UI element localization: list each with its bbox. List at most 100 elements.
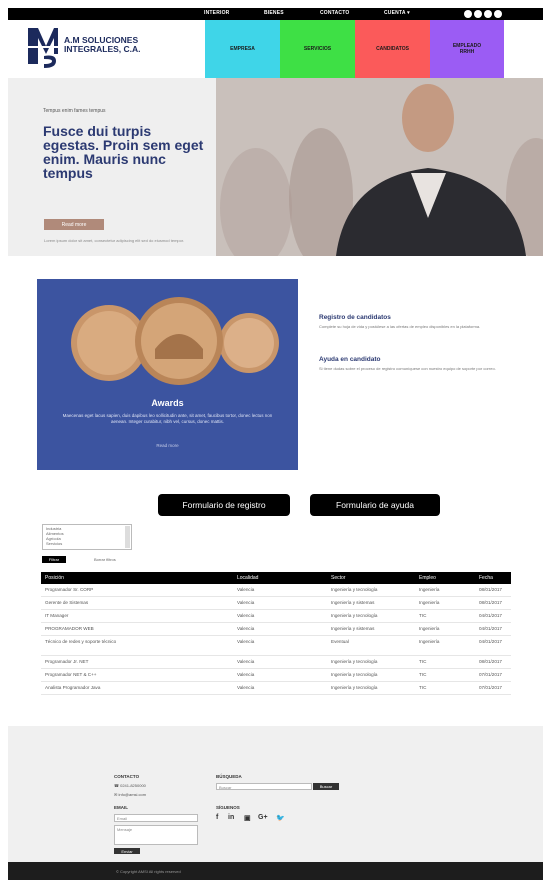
top-bar: INTERIOR BIENES CONTACTO CUENTA ▾: [8, 8, 543, 20]
bottom-bar: © Copyright AMSI All rights reserved: [8, 862, 543, 880]
page: INTERIOR BIENES CONTACTO CUENTA ▾ A.M SO…: [8, 8, 543, 880]
tile-label: SERVICIOS: [303, 46, 332, 52]
linkedin-icon[interactable]: [494, 10, 502, 18]
table-cell: 08/01/2017: [479, 587, 502, 592]
hero-note: Lorem ipsum dolor sit amet, consectetur …: [44, 238, 185, 243]
table-row[interactable]: Técnico de redes y soporte técnico Valenc…: [41, 636, 511, 656]
table-cell: Ingeniería y sistemas: [331, 600, 375, 605]
registro-title[interactable]: Registro de candidatos: [319, 314, 529, 321]
table-cell: TIC: [419, 672, 427, 677]
tile-empleado[interactable]: EMPLEADO RRHH: [430, 20, 504, 78]
table-row[interactable]: Programador Jr. NET Valencia Ingeniería y …: [41, 656, 511, 669]
header: A.M SOLUCIONES INTEGRALES, C.A. EMPRESA …: [8, 20, 543, 78]
twitter-footer-icon[interactable]: 🐦: [276, 814, 285, 822]
phone-value: 0241-8250000: [120, 783, 146, 788]
logo-icon[interactable]: [26, 26, 60, 70]
table-cell[interactable]: Gerente de Sistemas: [45, 600, 215, 605]
table-cell: Ingeniería y tecnología: [331, 587, 378, 592]
instagram-footer-icon[interactable]: ▣: [244, 814, 251, 822]
coins-image: [71, 297, 279, 385]
linkedin-footer-icon[interactable]: in: [228, 814, 234, 821]
facebook-footer-icon[interactable]: f: [216, 814, 218, 821]
column-header[interactable]: Localidad: [237, 575, 258, 581]
filter-button[interactable]: Filtrar: [42, 556, 66, 563]
help-form-button[interactable]: Formulario de ayuda: [310, 494, 440, 516]
table-row[interactable]: IT Manager Valencia Ingeniería y tecnologí…: [41, 610, 511, 623]
table-cell: Ingeniería y tecnología: [331, 685, 378, 690]
mail-text: ✉ info@amsi.com: [114, 792, 146, 797]
table-cell: 07/01/2017: [479, 685, 502, 690]
send-button[interactable]: Enviar: [114, 848, 140, 854]
contact-label: CONTACTO: [114, 774, 140, 779]
email-label: EMAIL: [114, 805, 128, 810]
table-row[interactable]: Gerente de Sistemas Valencia Ingeniería y …: [41, 597, 511, 610]
table-cell: 04/01/2017: [479, 639, 502, 644]
table-cell: Valencia: [237, 672, 255, 677]
nav-bienes[interactable]: BIENES: [264, 10, 284, 16]
follow-label: SÍGUENOS: [216, 805, 240, 810]
nav-interior[interactable]: INTERIOR: [204, 10, 230, 16]
nav-contacto[interactable]: CONTACTO: [320, 10, 349, 16]
nav-cuenta[interactable]: CUENTA ▾: [384, 10, 410, 16]
table-cell: Ingeniería y tecnología: [331, 659, 378, 664]
search-input[interactable]: Buscar: [216, 783, 312, 790]
register-form-button[interactable]: Formulario de registro: [158, 494, 290, 516]
hero-kicker: Tempus enim fames tempus: [43, 108, 106, 114]
table-cell: Ingeniería y tecnología: [331, 672, 378, 677]
table-cell: 04/01/2017: [479, 626, 502, 631]
table-cell: Valencia: [237, 639, 255, 644]
ayuda-text: Si tiene dudas sobre el proceso de regis…: [319, 366, 496, 371]
filter-scrollbar[interactable]: [125, 526, 130, 548]
twitter-icon[interactable]: [474, 10, 482, 18]
table-row[interactable]: PROGRAMADOR WEB Valencia Ingeniería y sist…: [41, 623, 511, 636]
hero-title: Fusce dui turpis egestas. Proin sem eget…: [43, 123, 204, 181]
google-plus-footer-icon[interactable]: G+: [258, 814, 268, 821]
table-cell: 07/01/2017: [479, 672, 502, 677]
table-body: Programador Sr. CORP Valencia Ingeniería y…: [41, 584, 511, 695]
table-cell: 08/01/2017: [479, 600, 502, 605]
message-field[interactable]: Mensaje: [114, 825, 198, 845]
email-field[interactable]: Email: [114, 814, 198, 822]
mail-value: info@amsi.com: [118, 792, 147, 797]
table-row[interactable]: Programador NET & C++ Valencia Ingeniería …: [41, 669, 511, 682]
table-cell[interactable]: Programador Sr. CORP: [45, 587, 215, 592]
table-cell: TIC: [419, 613, 427, 618]
table-cell: Valencia: [237, 685, 255, 690]
column-header[interactable]: Empleo: [419, 575, 436, 581]
tile-label: CANDIDATOS: [376, 46, 409, 52]
facebook-icon[interactable]: [464, 10, 472, 18]
table-cell[interactable]: Programador NET & C++: [45, 672, 215, 677]
column-header[interactable]: Sector: [331, 575, 345, 581]
table-cell: TIC: [419, 685, 427, 690]
table-cell: Valencia: [237, 626, 255, 631]
table-cell: Ingeniería y sistemas: [331, 626, 375, 631]
tile-servicios[interactable]: SERVICIOS: [280, 20, 355, 78]
table-cell: Ingeniería: [419, 600, 440, 605]
tile-candidatos[interactable]: CANDIDATOS: [355, 20, 430, 78]
copyright: © Copyright AMSI All rights reserved: [116, 869, 181, 874]
table-cell: Valencia: [237, 600, 255, 605]
table-cell[interactable]: PROGRAMADOR WEB: [45, 626, 215, 631]
awards-read-more-link[interactable]: Read more: [37, 443, 298, 448]
table-cell: Valencia: [237, 613, 255, 618]
logo-text[interactable]: A.M SOLUCIONES INTEGRALES, C.A.: [64, 36, 141, 54]
table-cell[interactable]: IT Manager: [45, 613, 215, 618]
industry-filter-list[interactable]: Industria Alimentos Agrícola Servicios: [42, 524, 132, 550]
ayuda-title[interactable]: Ayuda en candidato: [319, 356, 529, 363]
column-header[interactable]: Posición: [45, 575, 64, 581]
table-cell: 08/01/2017: [479, 659, 502, 664]
tile-label-2: RRHH: [459, 49, 475, 55]
table-cell: Valencia: [237, 659, 255, 664]
filter-option[interactable]: Servicios: [46, 541, 128, 546]
column-header[interactable]: Fecha: [479, 575, 493, 581]
clear-filters-link[interactable]: Borrar filtros: [94, 557, 116, 562]
table-cell[interactable]: Analista Programador Java: [45, 685, 215, 690]
table-row[interactable]: Programador Sr. CORP Valencia Ingeniería y…: [41, 584, 511, 597]
google-plus-icon[interactable]: [484, 10, 492, 18]
hero-read-more-button[interactable]: Read more: [44, 219, 104, 230]
tile-empresa[interactable]: EMPRESA: [205, 20, 280, 78]
table-cell[interactable]: Programador Jr. NET: [45, 659, 215, 664]
table-cell[interactable]: Técnico de redes y soporte técnico: [45, 639, 215, 644]
search-button[interactable]: Buscar: [313, 783, 339, 790]
table-row[interactable]: Analista Programador Java Valencia Ingenie…: [41, 682, 511, 695]
